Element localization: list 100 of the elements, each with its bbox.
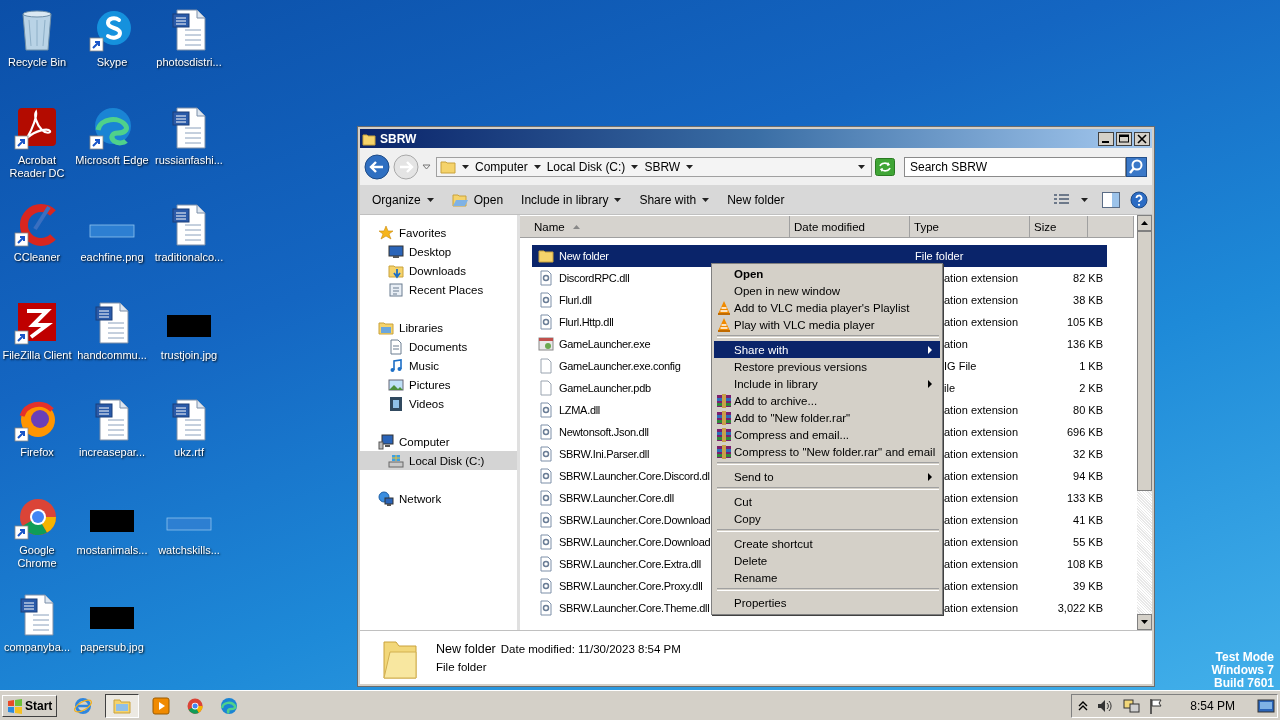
navigation-item[interactable]: Local Disk (C:) (360, 451, 517, 470)
back-button[interactable] (364, 153, 390, 180)
scrollbar[interactable] (1137, 215, 1152, 630)
navigation-item[interactable]: Pictures (360, 375, 517, 394)
show-desktop-button[interactable] (1257, 697, 1275, 714)
desktop-icon-label[interactable]: Acrobat Reader DC (0, 153, 74, 180)
desktop-icon-label[interactable]: increasepar... (78, 446, 145, 459)
file-name[interactable]: SBRW.Ini.Parser.dll (559, 448, 650, 460)
navigation-item[interactable]: Favorites (360, 223, 517, 242)
new-folder-button[interactable]: New folder (721, 188, 791, 211)
navigation-item[interactable]: Downloads (360, 261, 517, 280)
desktop-icon-label[interactable]: Google Chrome (0, 543, 74, 570)
taskbar-button[interactable] (105, 693, 140, 718)
menu-item[interactable]: Open (714, 265, 940, 282)
network-icon[interactable] (1122, 697, 1141, 714)
menu-item[interactable]: Properties (714, 594, 940, 611)
column-header[interactable]: Name (520, 216, 790, 238)
file-name[interactable]: SBRW.Launcher.Core.Theme.dll (559, 602, 710, 614)
menu-item[interactable]: Send to (714, 468, 940, 485)
menu-item[interactable]: Cut (714, 493, 940, 510)
menu-item[interactable]: Create shortcut (714, 535, 940, 552)
breadcrumb-link[interactable]: Computer (475, 159, 528, 174)
file-name[interactable]: SBRW.Launcher.Core.Proxy.dll (559, 580, 703, 592)
desktop-icon-label[interactable]: ukz.rtf (174, 446, 204, 459)
navigation-item[interactable]: Network (360, 489, 517, 508)
file-name[interactable]: SBRW.Launcher.Core.Download (559, 514, 711, 526)
toolbar-menu-button[interactable]: Include in library (515, 188, 628, 211)
desktop-icon-label[interactable]: watchskills... (158, 543, 220, 557)
breadcrumb-link[interactable]: SBRW (644, 159, 681, 174)
scrollbar-thumb[interactable] (1137, 231, 1152, 491)
menu-item[interactable]: Play with VLC media player (714, 316, 940, 333)
menu-item[interactable]: Copy (714, 510, 940, 527)
desktop-icon-label[interactable]: Skype (96, 56, 128, 69)
navigation-item[interactable]: Music (360, 356, 517, 375)
menu-item[interactable]: Include in library (714, 375, 940, 392)
desktop-icon-label[interactable]: CCleaner (13, 251, 61, 264)
navigation-item[interactable]: Videos (360, 394, 517, 413)
menu-item[interactable]: Add to VLC media player's Playlist (714, 299, 940, 316)
minimize-button[interactable] (1098, 131, 1114, 146)
toolbar-menu-button[interactable]: Share with (633, 188, 716, 211)
dropdown-arrow-icon[interactable] (462, 164, 469, 169)
file-name[interactable]: SBRW.Launcher.Core.Download (559, 536, 711, 548)
dropdown-arrow-icon[interactable] (686, 164, 694, 169)
file-name[interactable]: GameLauncher.exe (559, 338, 651, 350)
navigation-item[interactable]: Computer (360, 432, 517, 451)
menu-item[interactable]: Add to archive... (714, 392, 940, 409)
desktop-icon-label[interactable]: papersub.jpg (80, 641, 144, 654)
column-header[interactable]: Size (1030, 216, 1088, 238)
help-icon[interactable] (1130, 190, 1148, 209)
navigation-item[interactable]: Libraries (360, 318, 517, 337)
history-dropdown-icon[interactable] (422, 163, 431, 170)
clock[interactable]: 8:54 PM (1190, 698, 1235, 713)
navigation-item[interactable]: Documents (360, 337, 517, 356)
desktop-icon-label[interactable]: trustjoin.jpg (160, 348, 218, 362)
file-name[interactable]: Flurl.Http.dll (559, 316, 614, 328)
start-button[interactable]: Start (2, 694, 58, 717)
file-name[interactable]: GameLauncher.pdb (559, 382, 651, 394)
view-options-icon[interactable] (1053, 192, 1071, 207)
column-header[interactable]: Type (910, 216, 1030, 238)
desktop-icon-label[interactable]: FileZilla Client (2, 348, 72, 362)
dropdown-arrow-icon[interactable] (858, 164, 865, 169)
menu-item[interactable]: Delete (714, 552, 940, 569)
file-name[interactable]: GameLauncher.exe.config (559, 360, 681, 372)
menu-item[interactable]: Restore previous versions (714, 358, 940, 375)
file-name[interactable]: SBRW.Launcher.Core.dll (559, 492, 674, 504)
desktop-icon-label[interactable]: photosdistri... (156, 56, 222, 69)
menu-item[interactable]: Compress and email... (714, 426, 940, 443)
breadcrumb-link[interactable]: Local Disk (C:) (546, 159, 626, 174)
file-name[interactable]: DiscordRPC.dll (559, 272, 630, 284)
close-button[interactable] (1134, 131, 1150, 146)
menu-item[interactable]: Add to "New folder.rar" (714, 409, 940, 426)
refresh-button[interactable] (875, 157, 895, 176)
search-button[interactable] (1126, 156, 1147, 177)
desktop-icon-label[interactable]: Recycle Bin (7, 56, 67, 69)
maximize-button[interactable] (1116, 131, 1132, 146)
preview-pane-icon[interactable] (1102, 191, 1120, 208)
scroll-down-button[interactable] (1137, 614, 1152, 630)
open-button[interactable]: Open (445, 188, 510, 211)
desktop-icon-label[interactable]: handcommu... (77, 348, 147, 362)
menu-item[interactable]: Share with (714, 341, 940, 358)
chevron-up-icon[interactable] (1078, 700, 1089, 711)
desktop-icon-label[interactable]: Microsoft Edge (75, 153, 149, 167)
navigation-item[interactable]: Recent Places (360, 280, 517, 299)
search-field[interactable]: Search SBRW (904, 156, 1126, 177)
scroll-up-button[interactable] (1137, 215, 1152, 231)
file-name[interactable]: SBRW.Launcher.Core.Extra.dll (559, 558, 701, 570)
column-header[interactable]: Date modified (790, 216, 910, 238)
file-name[interactable]: SBRW.Launcher.Core.Discord.dl (559, 470, 710, 482)
desktop-icon-label[interactable]: mostanimals... (76, 543, 148, 557)
menu-item[interactable]: Open in new window (714, 282, 940, 299)
address-field[interactable]: Computer Local Disk (C:) SBRW (436, 156, 872, 177)
navigation-item[interactable]: Desktop (360, 242, 517, 261)
selected-row-highlight[interactable]: New folder File folder (532, 245, 1107, 267)
file-name[interactable]: LZMA.dll (559, 404, 600, 416)
file-name[interactable]: Newtonsoft.Json.dll (559, 426, 649, 438)
dropdown-arrow-icon[interactable] (631, 164, 639, 169)
menu-item[interactable]: Rename (714, 569, 940, 586)
menu-item[interactable]: Compress to "New folder.rar" and email (714, 443, 940, 460)
desktop-icon-label[interactable]: traditionalco... (154, 251, 224, 264)
dropdown-arrow-icon[interactable] (533, 164, 541, 169)
